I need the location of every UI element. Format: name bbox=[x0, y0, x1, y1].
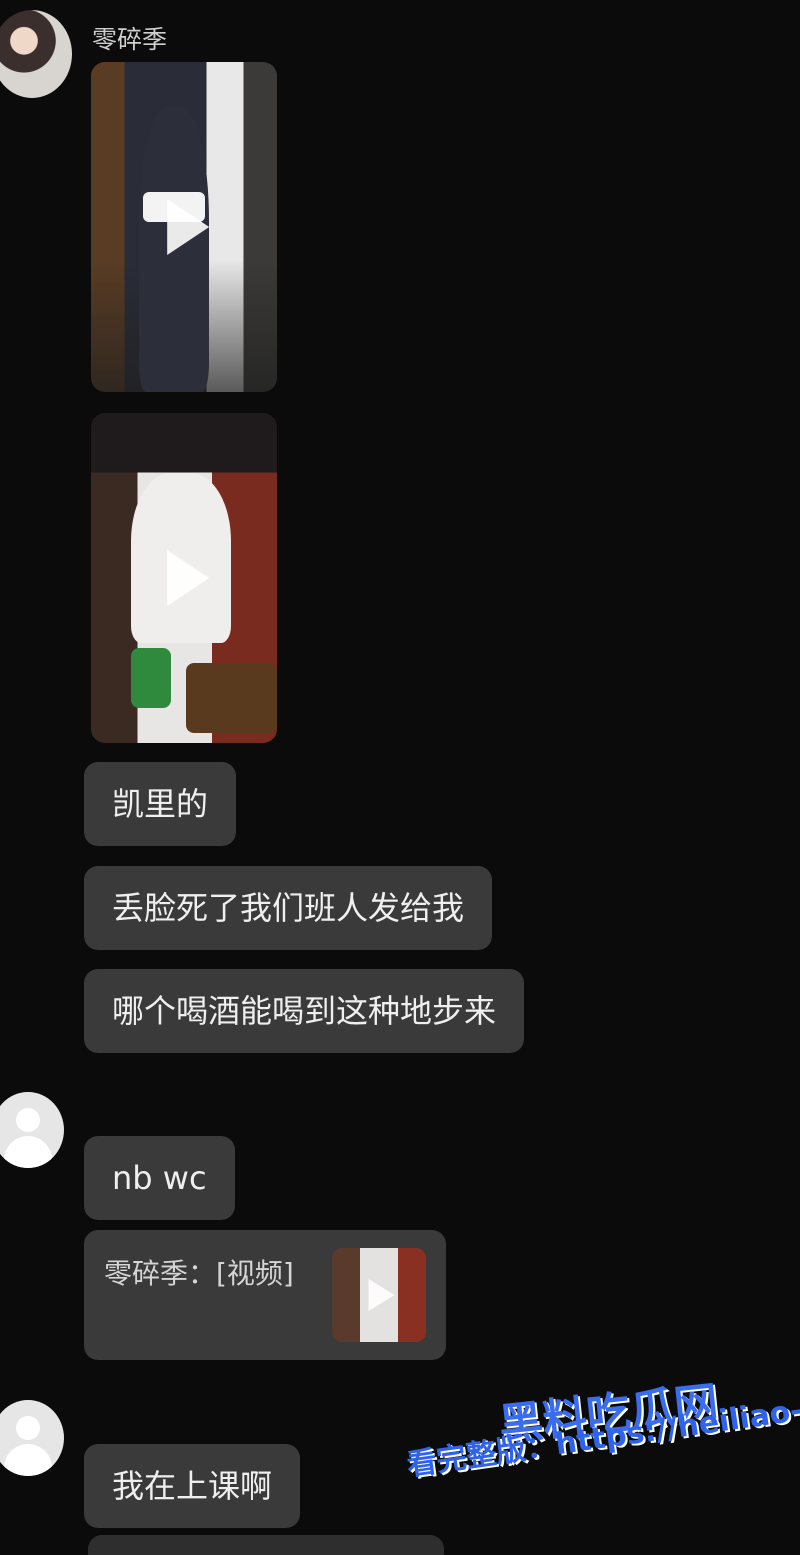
sender-name: 零碎季 bbox=[92, 25, 168, 54]
partial-message-bubble bbox=[88, 1535, 444, 1555]
video-thumbnail-figure bbox=[131, 648, 171, 708]
message-bubble[interactable]: 哪个喝酒能喝到这种地步来 bbox=[84, 969, 525, 1053]
play-icon bbox=[167, 199, 210, 255]
message-text: 凯里的 bbox=[112, 785, 209, 823]
video-message[interactable] bbox=[91, 413, 277, 743]
message-bubble[interactable]: 我在上课啊 bbox=[84, 1444, 301, 1528]
default-avatar-icon[interactable] bbox=[0, 1400, 64, 1476]
quoted-video-thumbnail[interactable] bbox=[332, 1248, 426, 1342]
default-avatar-icon[interactable] bbox=[0, 1092, 64, 1168]
message-text: nb wc bbox=[112, 1159, 207, 1197]
message-text: 丢脸死了我们班人发给我 bbox=[112, 889, 465, 927]
message-text: 哪个喝酒能喝到这种地步来 bbox=[112, 992, 497, 1030]
message-text: 我在上课啊 bbox=[112, 1467, 273, 1505]
video-thumbnail-figure bbox=[186, 663, 277, 733]
avatar-photo bbox=[0, 10, 72, 98]
message-bubble[interactable]: nb wc bbox=[84, 1136, 235, 1220]
play-icon bbox=[167, 550, 210, 606]
play-icon bbox=[368, 1279, 395, 1311]
sender-avatar[interactable] bbox=[0, 10, 72, 98]
message-bubble[interactable]: 丢脸死了我们班人发给我 bbox=[84, 866, 493, 950]
message-bubble[interactable]: 凯里的 bbox=[84, 762, 237, 846]
video-message[interactable] bbox=[91, 62, 277, 392]
quoted-message[interactable]: 零碎季：[视频] bbox=[84, 1230, 446, 1360]
quoted-message-text: 零碎季：[视频] bbox=[104, 1257, 294, 1290]
